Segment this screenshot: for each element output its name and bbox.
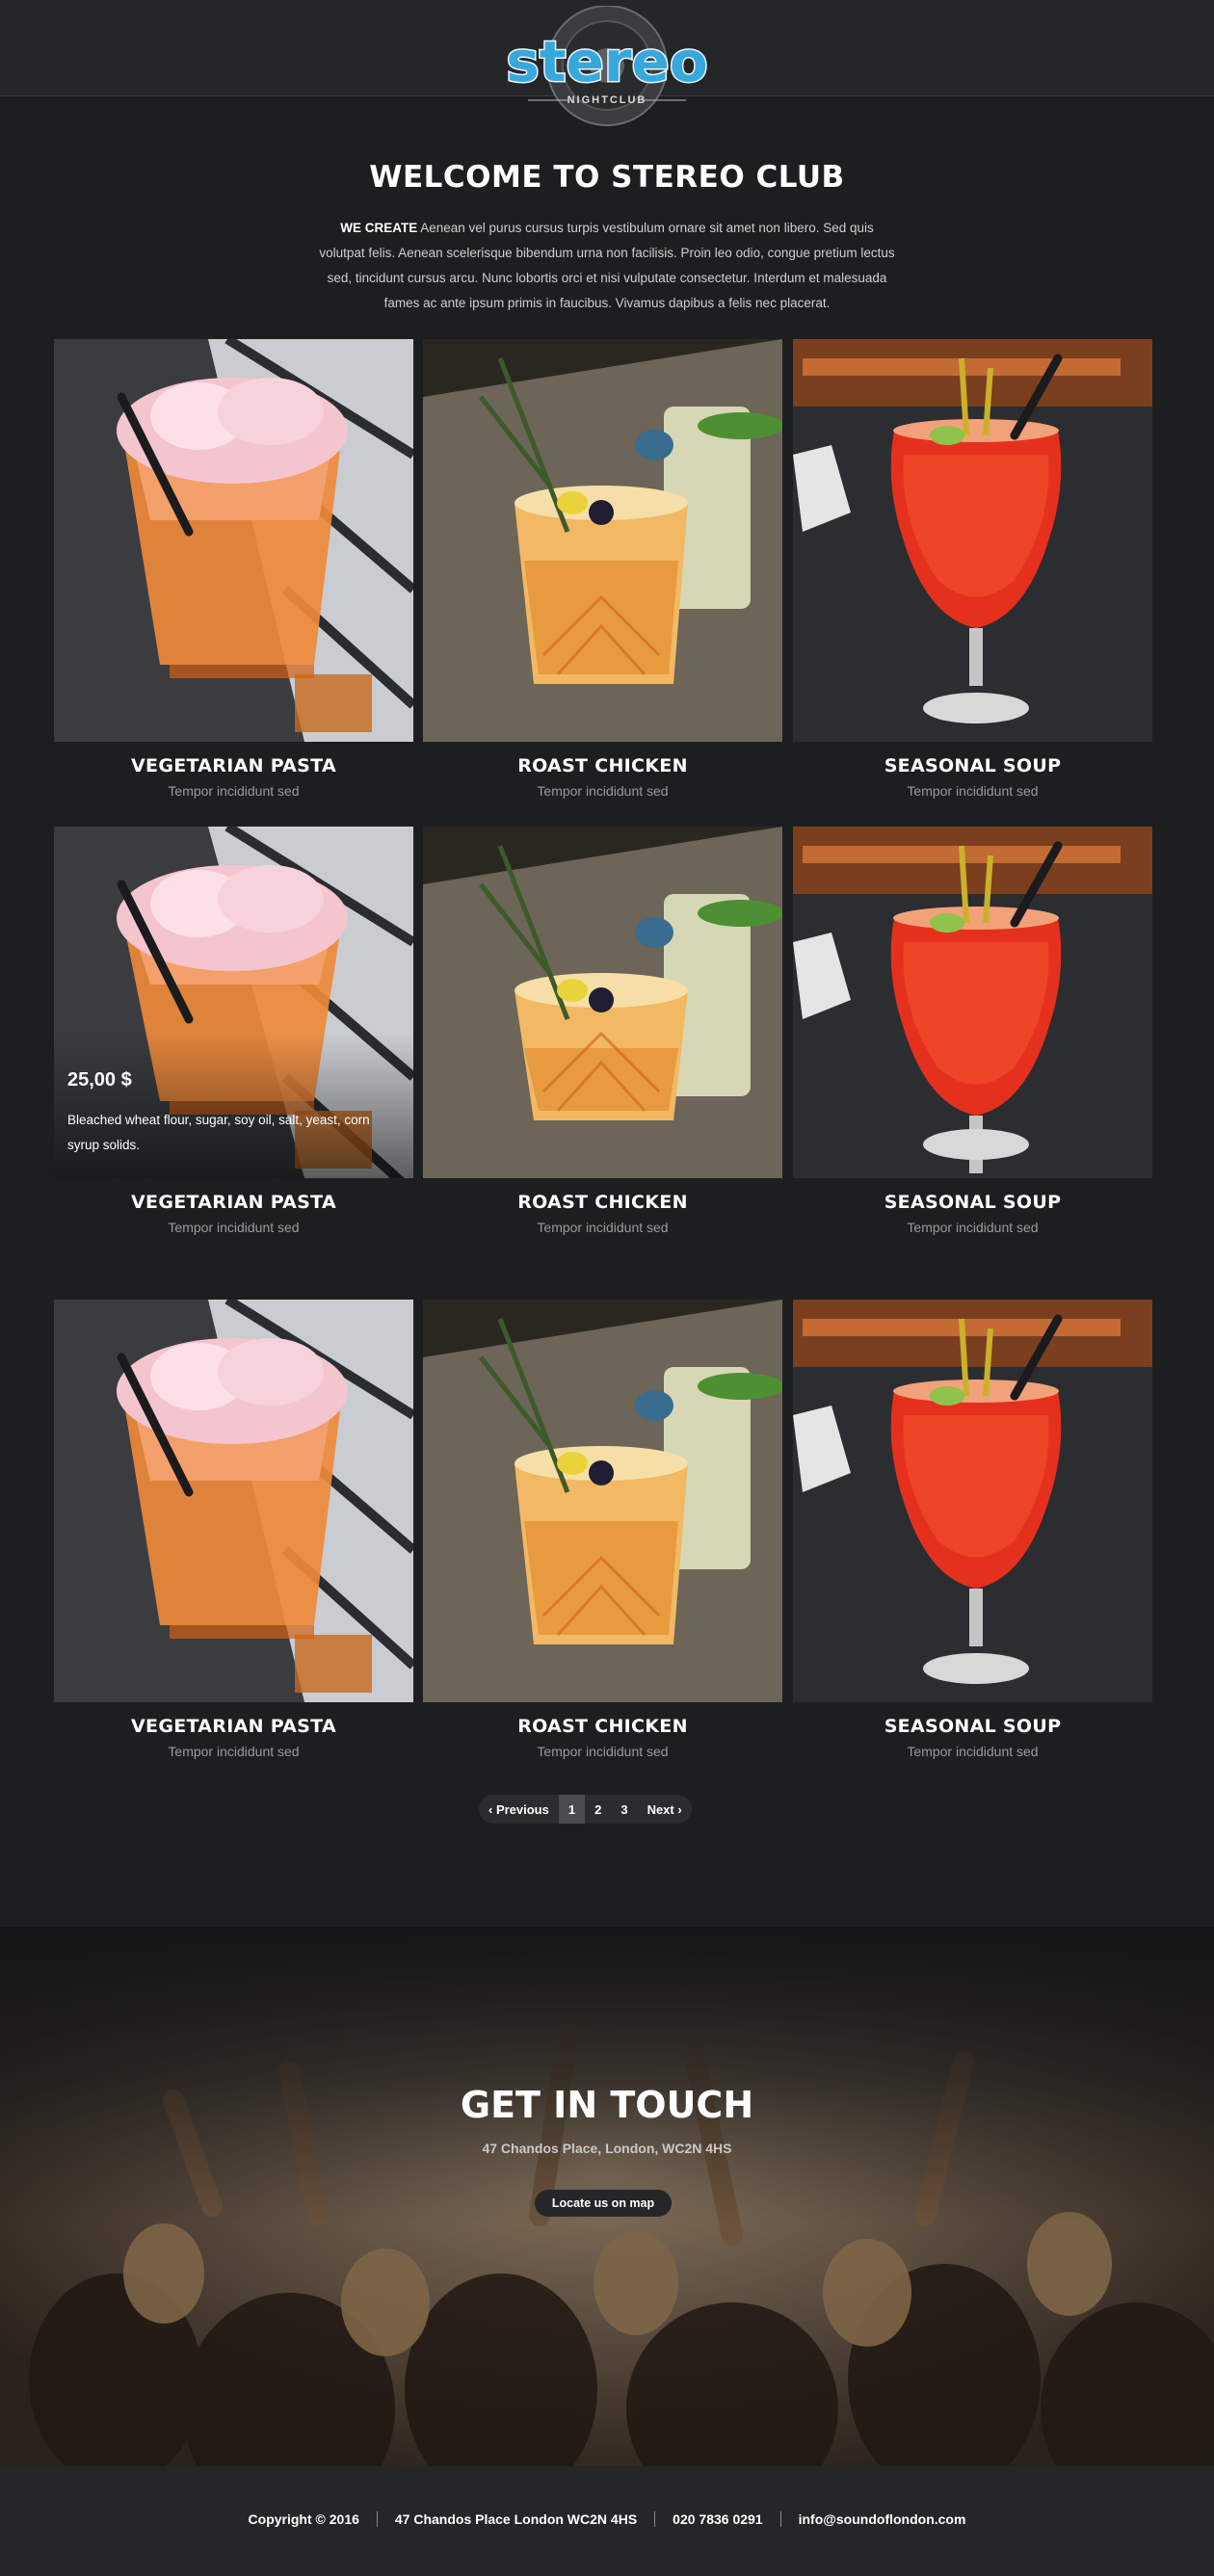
page-link-3[interactable]: 3 — [611, 1795, 637, 1824]
menu-card-subtitle: Tempor incididunt sed — [537, 1744, 669, 1759]
menu-card-subtitle: Tempor incididunt sed — [537, 783, 669, 799]
menu-card-title[interactable]: SEASONAL SOUP — [793, 755, 1152, 776]
menu-card[interactable]: ROAST CHICKEN Tempor incididunt sed — [423, 827, 782, 1239]
menu-card-photo[interactable] — [54, 1300, 413, 1702]
menu-card-title[interactable]: ROAST CHICKEN — [423, 1716, 782, 1737]
menu-card-photo[interactable] — [54, 339, 413, 742]
menu-card-photo[interactable] — [423, 827, 782, 1178]
page-link-1[interactable]: 1 — [558, 1795, 586, 1824]
menu-card-photo[interactable]: 25,00 $ Bleached wheat flour, sugar, soy … — [54, 827, 413, 1178]
menu-card-title[interactable]: VEGETARIAN PASTA — [54, 1716, 413, 1737]
menu-card-subtitle: Tempor incididunt sed — [168, 1744, 300, 1759]
footer-phone[interactable]: 020 7836 0291 — [654, 2511, 779, 2527]
locate-on-map-button[interactable]: Locate us on map — [535, 2190, 672, 2217]
menu-card[interactable]: ROAST CHICKEN Tempor incididunt sed — [423, 1300, 782, 1763]
menu-card-title[interactable]: ROAST CHICKEN — [423, 1192, 782, 1213]
menu-card-subtitle: Tempor incididunt sed — [907, 1220, 1039, 1235]
site-header: stereo NIGHTCLUB — [0, 0, 1214, 126]
menu-card-photo[interactable] — [423, 1300, 782, 1702]
menu-card-subtitle: Tempor incididunt sed — [168, 783, 300, 799]
pink-cocktail-photo — [54, 1300, 413, 1702]
menu-card-photo[interactable] — [793, 1300, 1152, 1702]
footer-copyright: Copyright © 2016 — [248, 2511, 359, 2527]
menu-card[interactable]: 25,00 $ Bleached wheat flour, sugar, soy … — [54, 827, 413, 1239]
menu-card-photo[interactable] — [793, 827, 1152, 1178]
herb-cocktail-photo — [423, 827, 782, 1178]
page-link-2[interactable]: 2 — [585, 1795, 611, 1824]
red-cocktail-photo — [793, 827, 1152, 1178]
menu-card-subtitle: Tempor incididunt sed — [537, 1220, 669, 1235]
menu-card-title[interactable]: SEASONAL SOUP — [793, 1716, 1152, 1737]
contact-address: 47 Chandos Place, London, WC2N 4HS — [482, 2141, 732, 2156]
menu-card[interactable]: VEGETARIAN PASTA Tempor incididunt sed — [54, 1300, 413, 1763]
menu-card[interactable]: SEASONAL SOUP Tempor incididunt sed — [793, 1300, 1152, 1763]
next-page-link[interactable]: Next › — [638, 1795, 692, 1824]
menu-card-title[interactable]: ROAST CHICKEN — [423, 755, 782, 776]
contact-title: GET IN TOUCH — [460, 2084, 754, 2126]
menu-card-subtitle: Tempor incididunt sed — [168, 1220, 300, 1235]
menu-card-photo[interactable] — [423, 339, 782, 742]
footer-email[interactable]: info@soundoflondon.com — [779, 2511, 984, 2527]
intro-text: WE CREATE Aenean vel purus cursus turpis… — [318, 216, 896, 316]
menu-card-title[interactable]: SEASONAL SOUP — [793, 1192, 1152, 1213]
menu-card-subtitle: Tempor incididunt sed — [907, 783, 1039, 799]
menu-card-title[interactable]: VEGETARIAN PASTA — [54, 755, 413, 776]
menu-card-photo[interactable] — [793, 339, 1152, 742]
footer-address: 47 Chandos Place London WC2N 4HS — [376, 2511, 654, 2527]
menu-card[interactable]: SEASONAL SOUP Tempor incididunt sed — [793, 339, 1152, 802]
herb-cocktail-photo — [423, 1300, 782, 1702]
menu-card[interactable]: SEASONAL SOUP Tempor incididunt sed — [793, 827, 1152, 1239]
menu-card-price: 25,00 $ — [67, 1069, 132, 1091]
menu-card[interactable]: VEGETARIAN PASTA Tempor incididunt sed — [54, 339, 413, 802]
red-cocktail-photo — [793, 339, 1152, 742]
menu-card[interactable]: ROAST CHICKEN Tempor incididunt sed — [423, 339, 782, 802]
pagination: ‹ Previous 1 2 3 Next › — [479, 1795, 692, 1824]
previous-page-link[interactable]: ‹ Previous — [479, 1795, 559, 1824]
intro-lead: WE CREATE — [340, 221, 418, 235]
page-title: WELCOME TO STEREO CLUB — [369, 160, 845, 195]
pink-cocktail-photo — [54, 339, 413, 742]
stereo-logo[interactable]: stereo NIGHTCLUB — [491, 5, 723, 129]
menu-card-ingredients: Bleached wheat flour, sugar, soy oil, sa… — [67, 1113, 370, 1152]
svg-text:stereo: stereo — [506, 29, 707, 94]
svg-text:NIGHTCLUB: NIGHTCLUB — [567, 94, 647, 106]
red-cocktail-photo — [793, 1300, 1152, 1702]
menu-card-subtitle: Tempor incididunt sed — [907, 1744, 1039, 1759]
site-footer: Copyright © 2016 47 Chandos Place London… — [0, 2466, 1214, 2576]
menu-card-title[interactable]: VEGETARIAN PASTA — [54, 1192, 413, 1213]
herb-cocktail-photo — [423, 339, 782, 742]
